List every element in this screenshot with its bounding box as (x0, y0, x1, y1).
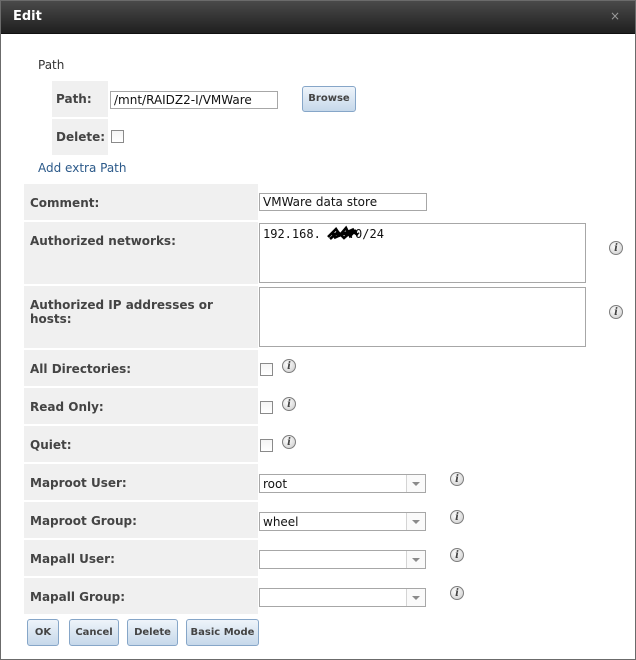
redaction-scribble (327, 225, 359, 240)
chevron-down-icon (412, 596, 420, 600)
comment-label-cell: Comment: (24, 184, 258, 220)
maproot-user-value: root (263, 477, 288, 491)
basic-mode-button[interactable]: Basic Mode (186, 619, 259, 646)
maproot-group-info-icon[interactable]: i (450, 510, 464, 524)
browse-button[interactable]: Browse (302, 86, 356, 112)
authorized-hosts-label: Authorized IP addresses or hosts: (30, 298, 213, 326)
authorized-networks-value-prefix: 192.168. (263, 227, 321, 241)
all-directories-label: All Directories: (30, 362, 132, 376)
mapall-user-label: Mapall User: (30, 552, 115, 566)
mapall-group-label: Mapall Group: (30, 590, 126, 604)
close-icon[interactable]: × (609, 10, 621, 22)
quiet-label: Quiet: (30, 438, 72, 452)
mapall-user-info-icon[interactable]: i (450, 548, 464, 562)
dialog-titlebar[interactable]: Edit × (1, 1, 635, 34)
read-only-info-icon[interactable]: i (282, 397, 296, 411)
cancel-button[interactable]: Cancel (69, 619, 119, 646)
ok-button[interactable]: OK (27, 619, 59, 646)
maproot-group-select[interactable]: wheel (259, 512, 426, 531)
authorized-networks-textarea[interactable]: 192.168. .0/24 (259, 223, 586, 283)
maproot-user-label: Maproot User: (30, 476, 127, 490)
read-only-label-cell: Read Only: (24, 388, 258, 424)
comment-input[interactable] (259, 193, 427, 211)
mapall-user-label-cell: Mapall User: (24, 540, 258, 576)
dropdown-arrow-box[interactable] (406, 513, 425, 530)
authorized-networks-label-cell: Authorized networks: (24, 222, 258, 284)
delete-label: Delete: (56, 130, 106, 144)
path-input[interactable] (110, 91, 278, 109)
authorized-hosts-label-cell: Authorized IP addresses or hosts: (24, 286, 258, 348)
authorized-hosts-textarea[interactable] (259, 287, 586, 347)
maproot-group-label: Maproot Group: (30, 514, 137, 528)
comment-label: Comment: (30, 196, 100, 210)
read-only-checkbox[interactable] (260, 401, 273, 414)
quiet-info-icon[interactable]: i (282, 435, 296, 449)
delete-label-cell: Delete: (52, 119, 108, 155)
dropdown-arrow-box[interactable] (406, 551, 425, 568)
chevron-down-icon (412, 520, 420, 524)
quiet-label-cell: Quiet: (24, 426, 258, 462)
all-directories-checkbox[interactable] (260, 363, 273, 376)
all-directories-info-icon[interactable]: i (282, 359, 296, 373)
all-directories-label-cell: All Directories: (24, 350, 258, 386)
authorized-networks-info-icon[interactable]: i (609, 241, 623, 255)
delete-button[interactable]: Delete (127, 619, 178, 646)
read-only-label: Read Only: (30, 400, 104, 414)
authorized-networks-label: Authorized networks: (30, 234, 176, 248)
quiet-checkbox[interactable] (260, 439, 273, 452)
add-extra-path-link[interactable]: Add extra Path (38, 161, 127, 175)
mapall-group-select[interactable] (259, 588, 426, 607)
path-label-cell: Path: (52, 81, 108, 117)
maproot-user-label-cell: Maproot User: (24, 464, 258, 500)
maproot-user-select[interactable]: root (259, 474, 426, 493)
mapall-group-label-cell: Mapall Group: (24, 578, 258, 614)
chevron-down-icon (412, 558, 420, 562)
mapall-group-info-icon[interactable]: i (450, 586, 464, 600)
path-section-heading: Path (38, 58, 65, 72)
path-label: Path: (56, 92, 92, 106)
edit-dialog: Edit × Path Path: Browse Delete: Add ext… (0, 0, 636, 660)
chevron-down-icon (412, 482, 420, 486)
maproot-group-value: wheel (263, 515, 299, 529)
delete-checkbox[interactable] (111, 130, 124, 143)
mapall-user-select[interactable] (259, 550, 426, 569)
authorized-hosts-info-icon[interactable]: i (609, 305, 623, 319)
dialog-title: Edit (13, 9, 42, 24)
dropdown-arrow-box[interactable] (406, 475, 425, 492)
dropdown-arrow-box[interactable] (406, 589, 425, 606)
maproot-user-info-icon[interactable]: i (450, 472, 464, 486)
maproot-group-label-cell: Maproot Group: (24, 502, 258, 538)
